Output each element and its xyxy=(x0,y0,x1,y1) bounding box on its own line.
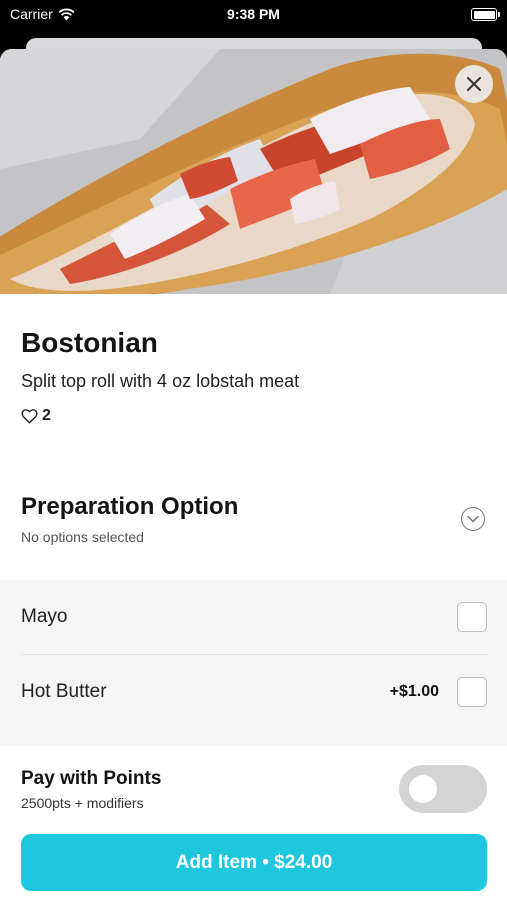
preparation-options: Mayo Hot Butter +$1.00 xyxy=(0,580,507,746)
battery-icon xyxy=(471,8,500,21)
option-name: Hot Butter xyxy=(21,681,107,702)
like-count: 2 xyxy=(42,407,51,424)
item-description: Split top roll with 4 oz lobstah meat xyxy=(21,371,300,391)
option-checkbox[interactable] xyxy=(457,677,487,707)
option-checkbox[interactable] xyxy=(457,602,487,632)
points-subtitle: 2500pts + modifiers xyxy=(21,795,144,811)
points-title: Pay with Points xyxy=(21,768,162,789)
preparation-subtitle: No options selected xyxy=(21,529,144,545)
item-detail-sheet: Bostonian Split top roll with 4 oz lobst… xyxy=(0,49,507,900)
add-item-button[interactable]: Add Item • $24.00 xyxy=(21,834,487,891)
close-icon xyxy=(467,77,481,91)
item-title: Bostonian xyxy=(21,327,158,358)
option-name: Mayo xyxy=(21,606,68,627)
pay-with-points-toggle[interactable] xyxy=(399,765,487,813)
close-button[interactable] xyxy=(455,65,493,103)
option-price: +$1.00 xyxy=(389,683,439,700)
like-button[interactable]: 2 xyxy=(21,407,51,425)
preparation-title: Preparation Option xyxy=(21,493,239,520)
option-hot-butter[interactable]: Hot Butter +$1.00 xyxy=(21,655,487,729)
item-photo xyxy=(0,49,507,294)
heart-icon xyxy=(21,409,38,424)
clock: 9:38 PM xyxy=(227,6,280,22)
chevron-down-icon xyxy=(467,515,479,523)
option-mayo[interactable]: Mayo xyxy=(21,580,487,654)
status-bar: Carrier 9:38 PM xyxy=(0,0,507,30)
preparation-toggle[interactable] xyxy=(461,507,485,531)
toggle-knob xyxy=(409,775,437,803)
